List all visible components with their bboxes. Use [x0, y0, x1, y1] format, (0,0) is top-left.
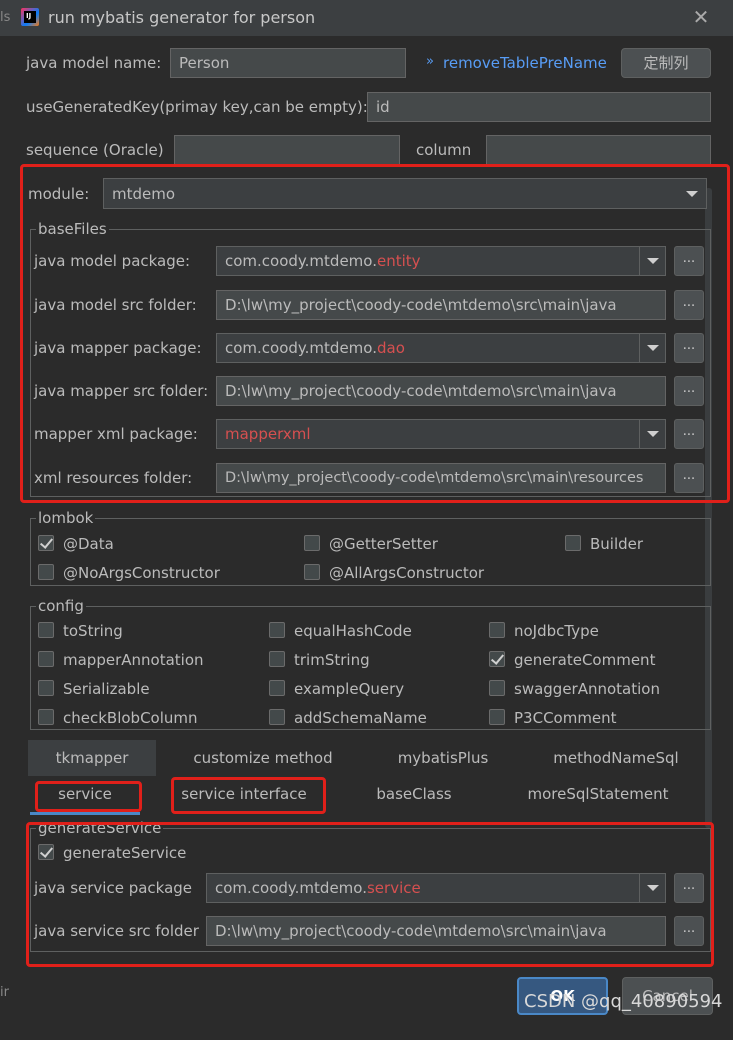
- add-schema-name-checkbox[interactable]: [269, 709, 285, 725]
- custom-columns-button[interactable]: 定制列: [621, 48, 711, 78]
- tab-tkmapper[interactable]: tkmapper: [28, 740, 156, 776]
- to-string-checkbox[interactable]: [38, 622, 54, 638]
- no-args-checkbox[interactable]: [38, 564, 54, 580]
- column-label: column: [416, 141, 472, 159]
- p3c-comment-label: P3CComment: [514, 709, 617, 727]
- sequence-label: sequence (Oracle): [26, 141, 164, 159]
- no-jdbc-type-checkbox[interactable]: [489, 622, 505, 638]
- highlight-box-module: [20, 164, 730, 503]
- mapper-annotation-label: mapperAnnotation: [63, 651, 204, 669]
- equal-hash-code-label: equalHashCode: [294, 622, 412, 640]
- no-jdbc-type-label: noJdbcType: [514, 622, 599, 640]
- background-window-text: ls: [0, 10, 11, 25]
- serializable-checkbox[interactable]: [38, 680, 54, 696]
- window-title: run mybatis generator for person: [48, 8, 316, 27]
- data-checkbox-label: @Data: [63, 535, 114, 553]
- use-generated-key-input[interactable]: id: [367, 92, 711, 122]
- remove-table-prefix-link[interactable]: removeTablePreName: [443, 54, 607, 72]
- all-args-checkbox[interactable]: [304, 564, 320, 580]
- chevron-right-icon: »: [426, 54, 434, 69]
- mapper-annotation-checkbox[interactable]: [38, 651, 54, 667]
- tab-customize-method[interactable]: customize method: [180, 740, 346, 776]
- builder-checkbox[interactable]: [565, 535, 581, 551]
- column-input[interactable]: [486, 135, 711, 165]
- trim-string-checkbox[interactable]: [269, 651, 285, 667]
- p3c-comment-checkbox[interactable]: [489, 709, 505, 725]
- example-query-label: exampleQuery: [294, 680, 405, 698]
- tab-mybatis-plus[interactable]: mybatisPlus: [380, 740, 506, 776]
- check-blob-column-checkbox[interactable]: [38, 709, 54, 725]
- sequence-input[interactable]: [174, 135, 400, 165]
- tab-more-sql-statement[interactable]: moreSqlStatement: [520, 776, 676, 812]
- background-window-text: ir: [0, 985, 9, 1000]
- add-schema-name-label: addSchemaName: [294, 709, 427, 727]
- model-name-label: java model name:: [26, 54, 162, 72]
- getter-setter-checkbox[interactable]: [304, 535, 320, 551]
- getter-setter-label: @GetterSetter: [329, 535, 438, 553]
- equal-hash-code-checkbox[interactable]: [269, 622, 285, 638]
- config-title: config: [36, 597, 86, 615]
- tab-base-class[interactable]: baseClass: [364, 776, 464, 812]
- builder-label: Builder: [590, 535, 644, 553]
- highlight-box-service-tab: [35, 781, 142, 812]
- use-generated-key-label: useGeneratedKey(primay key,can be empty)…: [26, 98, 368, 116]
- no-args-label: @NoArgsConstructor: [63, 564, 220, 582]
- tab-method-name-sql[interactable]: methodNameSql: [540, 740, 692, 776]
- csdn-watermark: CSDN @qq_40890594: [524, 991, 723, 1012]
- to-string-label: toString: [63, 622, 123, 640]
- all-args-label: @AllArgsConstructor: [329, 564, 485, 582]
- generate-comment-label: generateComment: [514, 651, 656, 669]
- swagger-annotation-checkbox[interactable]: [489, 680, 505, 696]
- close-icon[interactable]: ✕: [690, 6, 712, 28]
- intellij-logo-icon: IJ: [21, 8, 39, 26]
- example-query-checkbox[interactable]: [269, 680, 285, 696]
- generate-comment-checkbox[interactable]: [489, 651, 505, 667]
- swagger-annotation-label: swaggerAnnotation: [514, 680, 660, 698]
- highlight-box-generate-service: [26, 822, 714, 967]
- check-blob-column-label: checkBlobColumn: [63, 709, 198, 727]
- data-checkbox[interactable]: [38, 535, 54, 551]
- model-name-input[interactable]: Person: [170, 48, 406, 78]
- highlight-box-service-interface-tab: [171, 777, 326, 814]
- serializable-label: Serializable: [63, 680, 150, 698]
- trim-string-label: trimString: [294, 651, 370, 669]
- lombok-title: lombok: [36, 509, 96, 527]
